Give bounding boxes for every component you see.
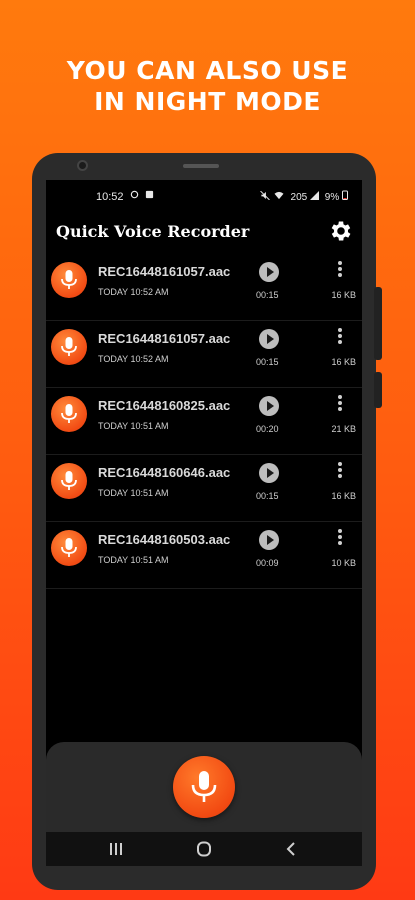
gear-icon[interactable] [328,218,354,244]
headline-line-1: YOU CAN ALSO USE [66,56,349,85]
status-bar: 10:52 205 9% [46,180,362,214]
microphone-icon [51,530,87,566]
signal-text: 205 [290,192,308,203]
play-icon[interactable] [259,530,279,550]
list-item[interactable]: REC16448160646.aac TODAY 10:51 AM 00:15 … [46,455,362,522]
battery-percent: 9% [324,192,340,203]
signal-icon [309,191,319,200]
record-panel [46,742,362,832]
recording-size: 16 KB [331,290,356,300]
phone-screen: 10:52 205 9% Quick Voice Recorder REC164… [46,180,362,866]
more-vertical-icon[interactable] [336,528,344,548]
recording-name: REC16448160646.aac [98,465,231,480]
sync-icon [130,190,139,199]
list-item[interactable]: REC16448161057.aac TODAY 10:52 AM 00:15 … [46,254,362,321]
recording-name: REC16448161057.aac [98,264,231,279]
recording-name: REC16448161057.aac [98,331,231,346]
more-vertical-icon[interactable] [336,327,344,347]
earpiece-speaker [183,164,219,168]
system-nav-bar [46,832,362,866]
recording-name: REC16448160503.aac [98,532,231,547]
play-icon[interactable] [259,463,279,483]
recordings-list: REC16448161057.aac TODAY 10:52 AM 00:15 … [46,254,362,589]
recording-size: 21 KB [331,424,356,434]
home-icon[interactable] [194,840,214,858]
recording-date: TODAY 10:51 AM [98,488,169,498]
recording-date: TODAY 10:51 AM [98,421,169,431]
recording-date: TODAY 10:52 AM [98,354,169,364]
more-vertical-icon[interactable] [336,260,344,280]
power-button [374,372,382,408]
recording-size: 10 KB [331,558,356,568]
play-icon[interactable] [259,262,279,282]
list-item[interactable]: REC16448160503.aac TODAY 10:51 AM 00:09 … [46,522,362,589]
mute-icon [260,190,270,201]
list-item[interactable]: REC16448161057.aac TODAY 10:52 AM 00:15 … [46,321,362,388]
recording-duration: 00:09 [256,558,279,568]
recording-duration: 00:15 [256,491,279,501]
recording-duration: 00:15 [256,357,279,367]
record-microphone-icon [191,771,217,802]
more-vertical-icon[interactable] [336,461,344,481]
recording-size: 16 KB [331,357,356,367]
microphone-icon [51,262,87,298]
volume-button [374,287,382,360]
recording-name: REC16448160825.aac [98,398,231,413]
record-button[interactable] [173,756,235,818]
recording-date: TODAY 10:52 AM [98,287,169,297]
battery-icon [342,190,348,200]
play-icon[interactable] [259,329,279,349]
microphone-icon [51,396,87,432]
promo-headline: YOU CAN ALSO USE IN NIGHT MODE [0,55,415,117]
gallery-icon [145,190,153,199]
status-time: 10:52 [96,191,124,203]
recents-icon[interactable] [106,840,126,858]
status-right: 205 9% [260,190,348,203]
recording-duration: 00:20 [256,424,279,434]
recording-size: 16 KB [331,491,356,501]
app-title: Quick Voice Recorder [56,222,250,241]
app-bar: Quick Voice Recorder [46,214,362,254]
headline-line-2: IN NIGHT MODE [94,87,321,116]
microphone-icon [51,463,87,499]
wifi-icon [274,191,284,200]
recording-duration: 00:15 [256,290,279,300]
front-camera [77,160,88,171]
notification-icons [130,190,154,202]
list-item[interactable]: REC16448160825.aac TODAY 10:51 AM 00:20 … [46,388,362,455]
microphone-icon [51,329,87,365]
back-icon[interactable] [282,840,302,858]
recording-date: TODAY 10:51 AM [98,555,169,565]
play-icon[interactable] [259,396,279,416]
more-vertical-icon[interactable] [336,394,344,414]
